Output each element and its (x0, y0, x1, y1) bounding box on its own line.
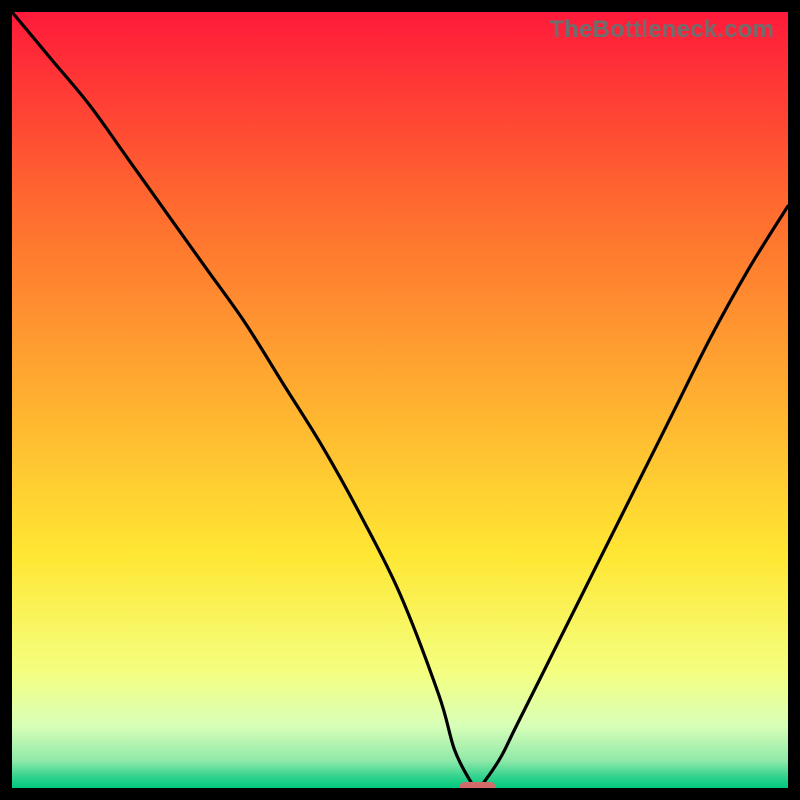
plot-area: TheBottleneck.com (12, 12, 788, 788)
chart-frame: TheBottleneck.com (0, 0, 800, 800)
bottleneck-curve (12, 12, 788, 788)
watermark: TheBottleneck.com (549, 16, 774, 44)
